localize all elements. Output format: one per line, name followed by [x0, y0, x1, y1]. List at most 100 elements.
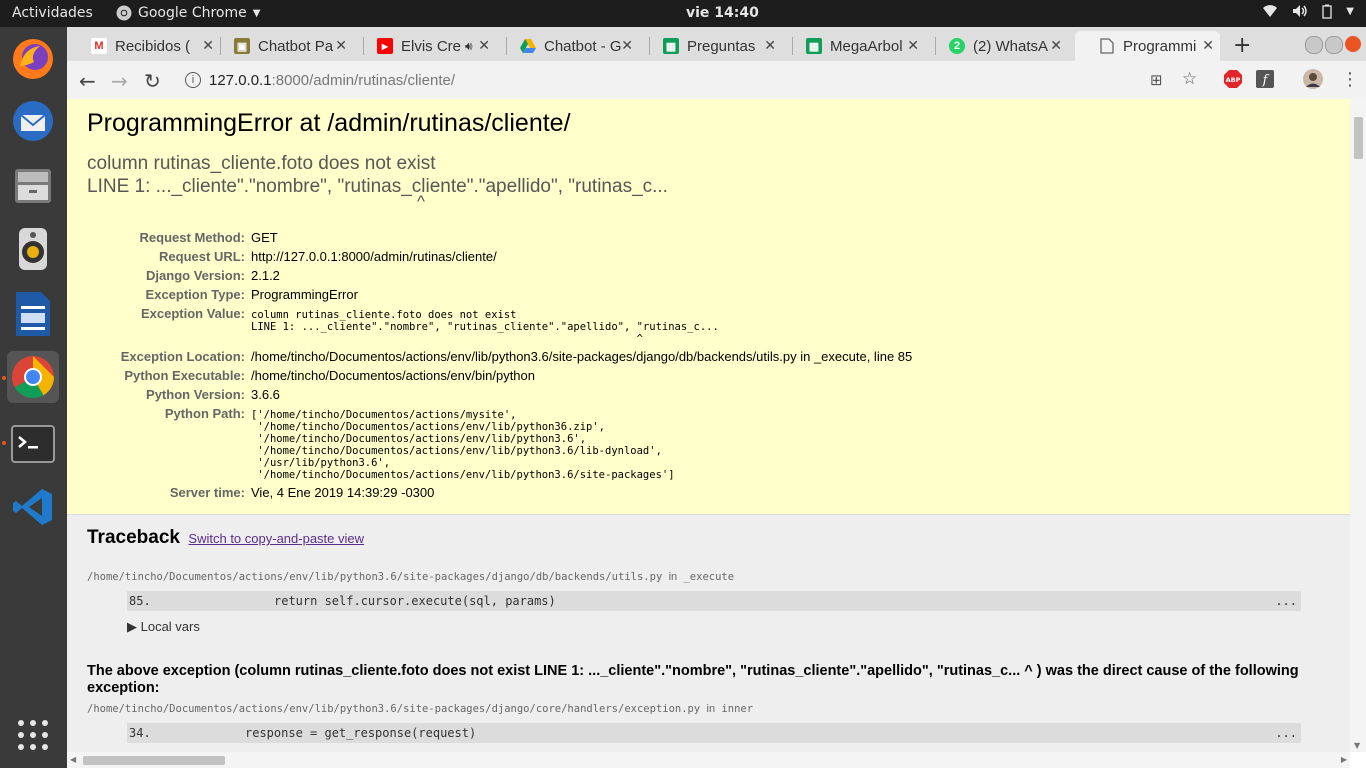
dock-thunderbird[interactable] [7, 95, 59, 147]
drive-icon [520, 39, 536, 53]
maximize-window-button[interactable] [1325, 36, 1343, 54]
running-indicator [2, 376, 6, 380]
reload-icon[interactable]: ↻ [144, 69, 161, 93]
traceback-code-line[interactable]: 34. response = get_response(request) ... [127, 723, 1301, 743]
extension-f-icon[interactable]: f [1256, 70, 1274, 92]
chrome-menu-icon[interactable]: ⋮ [1341, 69, 1359, 90]
tab-title: MegaArbol [830, 37, 903, 55]
ubuntu-dock [0, 27, 67, 768]
forward-arrow-icon[interactable]: → [111, 69, 128, 93]
request-info-table: Request Method: GET Request URL: http://12… [87, 228, 912, 502]
app-menu[interactable]: Google Chrome ▼ [116, 5, 260, 21]
scroll-right-arrow-icon[interactable]: ▶ [1341, 755, 1347, 764]
rhythmbox-icon [19, 228, 47, 270]
dock-libreoffice-writer[interactable] [7, 288, 59, 340]
tab-title: Chatbot - G [544, 37, 622, 55]
close-tab-icon[interactable]: ✕ [764, 37, 776, 54]
local-vars-toggle[interactable]: ▶ Local vars [127, 619, 1330, 635]
dock-vscode[interactable] [7, 481, 59, 533]
address-bar[interactable]: i 127.0.0.1:8000/admin/rutinas/cliente/ [185, 66, 1145, 94]
horizontal-scrollbar-thumb[interactable] [83, 756, 225, 765]
tab-sheets-preguntas[interactable]: ▦ Preguntas ✕ [639, 31, 782, 61]
code-line-number: 34. [129, 726, 151, 740]
python-executable-value: /home/tincho/Documentos/actions/env/bin/… [251, 368, 536, 383]
url-path: :8000/admin/rutinas/cliente/ [271, 71, 456, 89]
close-tab-icon[interactable]: ✕ [907, 37, 919, 54]
server-time-value: Vie, 4 Ene 2019 14:39:29 -0300 [251, 485, 435, 500]
tab-chatbot-page[interactable]: ▣ Chatbot Pa ✕ [210, 31, 353, 61]
switch-to-copy-paste-link[interactable]: Switch to copy-and-paste view [188, 531, 364, 546]
tab-title: Programmi [1123, 37, 1197, 55]
chrome-window: M Recibidos ( ✕ ▣ Chatbot Pa ✕ ▶ Elvis C… [67, 27, 1366, 768]
tab-programming-error[interactable]: Programmi ✕ [1075, 31, 1220, 61]
exception-type-label: Exception Type: [145, 287, 245, 302]
tab-sheets-megaarbol[interactable]: ▦ MegaArbol ✕ [782, 31, 925, 61]
close-window-button[interactable] [1345, 36, 1361, 52]
browser-toolbar: ← → ↻ i 127.0.0.1:8000/admin/rutinas/cli… [67, 61, 1366, 100]
system-tray[interactable]: ▼ [1262, 4, 1354, 19]
tab-title: Chatbot Pa [258, 37, 334, 55]
url-host: 127.0.0.1 [209, 71, 272, 89]
traceback-heading: Traceback [87, 527, 180, 548]
horizontal-scrollbar[interactable]: ◀ ▶ [67, 752, 1350, 768]
dock-files[interactable] [7, 160, 59, 212]
close-tab-icon[interactable]: ✕ [1050, 37, 1062, 54]
dock-chrome[interactable] [7, 351, 59, 403]
tab-youtube[interactable]: ▶ Elvis Cre 🔊︎ ✕ [353, 31, 496, 61]
clock[interactable]: vie 14:40 [686, 5, 759, 21]
caret-down-icon: ▼ [252, 7, 261, 19]
traceback-frame-file: /home/tincho/Documentos/actions/env/lib/… [87, 571, 1330, 583]
new-tab-button[interactable]: + [1233, 33, 1251, 58]
speaker-icon[interactable]: 🔊︎ [465, 39, 473, 54]
expand-context-ellipsis[interactable]: ... [1275, 726, 1297, 740]
python-path-value: ['/home/tincho/Documentos/actions/mysite… [251, 409, 675, 481]
adblock-plus-icon[interactable]: ABP [1224, 70, 1242, 92]
traceback-code-line[interactable]: 85. return self.cursor.execute(sql, para… [127, 591, 1301, 611]
close-tab-icon[interactable]: ✕ [621, 37, 633, 54]
volume-icon [1293, 5, 1308, 17]
vertical-scrollbar-thumb[interactable] [1354, 117, 1363, 159]
chrome-icon [116, 5, 132, 21]
exception-value-line-1: column rutinas_cliente.foto does not exi… [87, 153, 436, 174]
django-debug-page: ProgrammingError at /admin/rutinas/clien… [67, 99, 1350, 752]
scroll-down-arrow-icon[interactable]: ▼ [1354, 741, 1360, 750]
dock-show-applications[interactable] [7, 709, 59, 761]
frame-function: _execute [683, 571, 735, 583]
close-tab-icon[interactable]: ✕ [1202, 37, 1214, 54]
app-menu-label: Google Chrome [138, 5, 247, 21]
expand-context-ellipsis[interactable]: ... [1275, 594, 1297, 608]
dock-firefox[interactable] [7, 33, 59, 85]
tab-title: Elvis Cre [401, 37, 462, 55]
dock-terminal[interactable] [7, 418, 59, 470]
code-line-number: 85. [129, 594, 151, 608]
frame-in-label: in [706, 703, 716, 715]
activities-button[interactable]: Actividades [12, 5, 93, 21]
minimize-window-button[interactable] [1305, 36, 1323, 54]
tab-whatsapp[interactable]: 2 (2) WhatsA ✕ [925, 31, 1068, 61]
vertical-scrollbar[interactable]: ▼ [1350, 99, 1366, 752]
django-version-value: 2.1.2 [251, 268, 280, 283]
profile-avatar[interactable] [1303, 69, 1323, 93]
tab-google-drive[interactable]: Chatbot - G ✕ [496, 31, 639, 61]
dock-rhythmbox[interactable] [7, 223, 59, 275]
terminal-icon [11, 425, 55, 463]
python-version-value: 3.6.6 [251, 387, 280, 402]
tab-gmail[interactable]: M Recibidos ( ✕ [67, 31, 220, 61]
site-info-icon[interactable]: i [185, 72, 201, 88]
python-executable-label: Python Executable: [124, 368, 245, 383]
close-tab-icon[interactable]: ✕ [335, 37, 347, 54]
back-arrow-icon[interactable]: ← [79, 69, 96, 93]
translate-icon[interactable]: ⊞ [1150, 71, 1163, 89]
close-tab-icon[interactable]: ✕ [478, 37, 490, 54]
exception-value-label: Exception Value: [140, 306, 245, 321]
sheets-icon: ▦ [663, 38, 679, 54]
frame-file-path: /home/tincho/Documentos/actions/env/lib/… [87, 703, 701, 715]
firefox-icon [13, 39, 53, 79]
sheets-icon: ▦ [806, 38, 822, 54]
vscode-icon [13, 489, 52, 525]
code-line-text: response = get_response(request) [245, 726, 477, 740]
svg-text:ABP: ABP [1226, 76, 1241, 84]
scroll-left-arrow-icon[interactable]: ◀ [70, 755, 76, 764]
bookmark-star-icon[interactable]: ☆ [1182, 69, 1197, 89]
frame-in-label: in [668, 571, 678, 583]
